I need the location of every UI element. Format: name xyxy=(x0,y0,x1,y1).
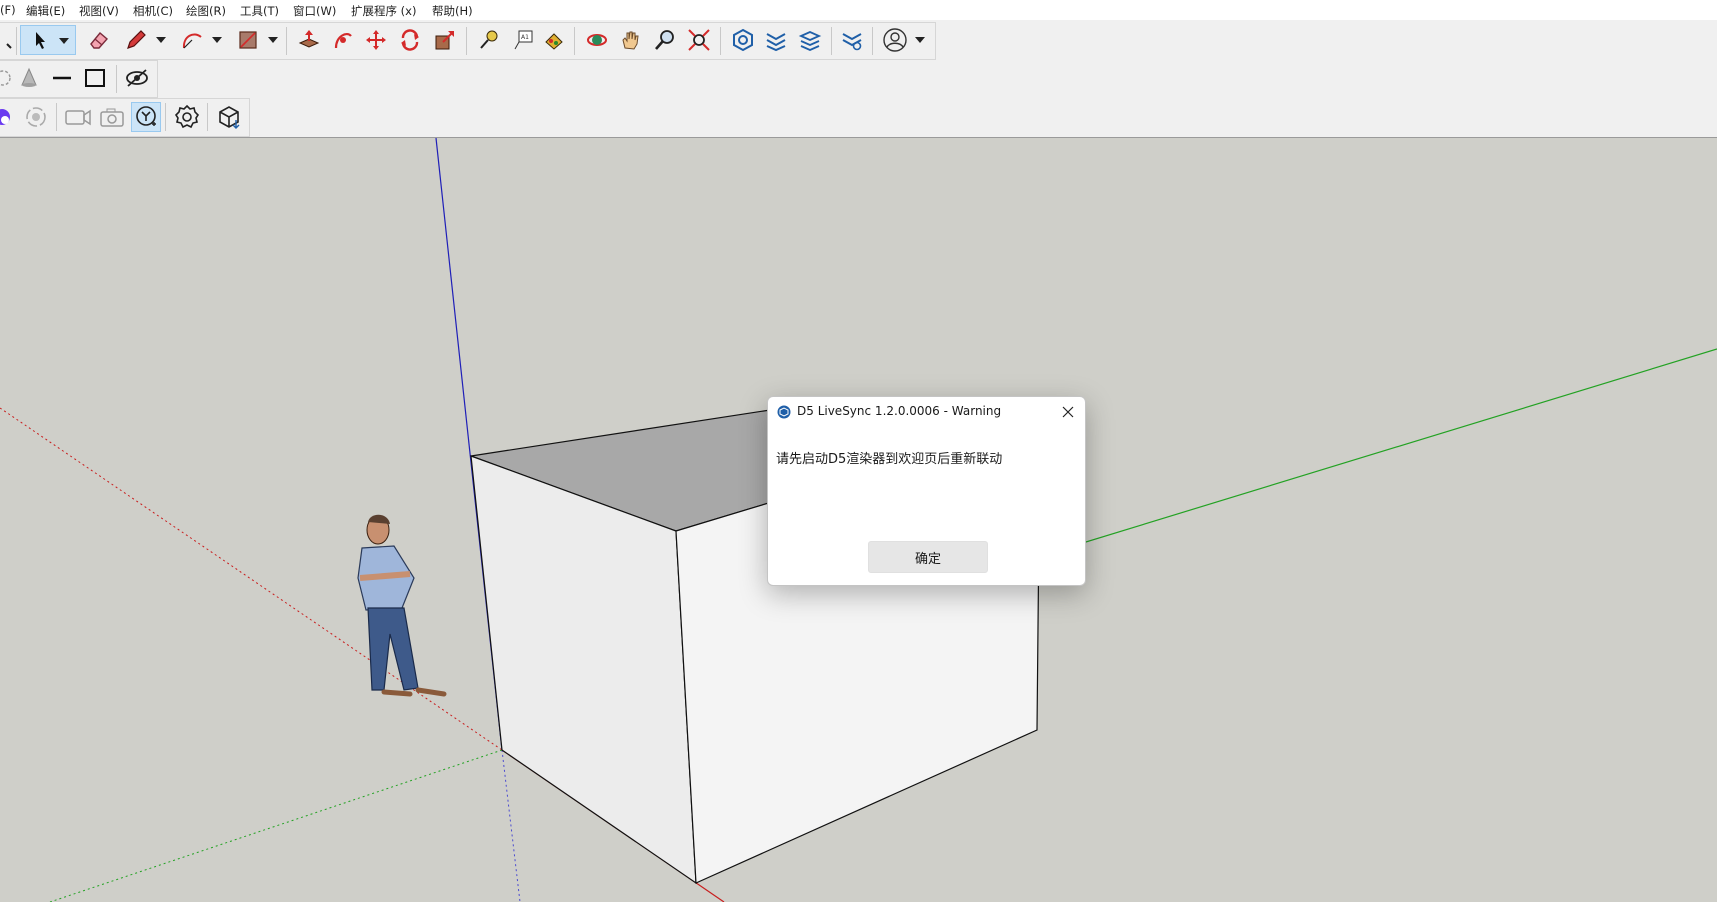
chevron-down-icon[interactable] xyxy=(267,25,279,55)
arc-icon[interactable] xyxy=(177,25,207,55)
pan-icon[interactable] xyxy=(616,25,646,55)
toolbar-separator xyxy=(56,103,57,131)
extension-warehouse-icon[interactable] xyxy=(761,25,791,55)
chevron-down-icon[interactable] xyxy=(211,25,223,55)
rectangle-icon[interactable] xyxy=(80,63,110,93)
toolbar-separator xyxy=(831,27,832,55)
green-axis xyxy=(1039,348,1717,557)
toolbar-separator xyxy=(165,103,166,131)
rotate-icon[interactable] xyxy=(395,25,425,55)
toolbar-separator xyxy=(286,27,287,55)
d5-toolbar xyxy=(0,98,250,137)
toolbar-separator xyxy=(16,27,17,55)
extension-manager-icon[interactable] xyxy=(837,25,867,55)
push-pull-icon[interactable] xyxy=(294,25,324,55)
green-axis-negative xyxy=(49,749,503,902)
move-icon[interactable] xyxy=(361,25,391,55)
d5-app-icon xyxy=(777,405,791,419)
d5-logo-icon[interactable] xyxy=(0,102,18,132)
dialog-title: D5 LiveSync 1.2.0.0006 - Warning xyxy=(797,404,1002,418)
toolbar-separator xyxy=(872,27,873,55)
layout-icon[interactable] xyxy=(796,25,826,55)
follow-me-icon[interactable] xyxy=(328,25,358,55)
chevron-down-icon[interactable] xyxy=(155,25,167,55)
warning-dialog: D5 LiveSync 1.2.0.0006 - Warning 请先启动D5渲… xyxy=(767,396,1086,586)
cone-icon[interactable] xyxy=(14,63,44,93)
orbit-icon[interactable] xyxy=(582,25,612,55)
toolbar-separator xyxy=(207,103,208,131)
main-toolbar: A1 xyxy=(0,22,936,60)
dialog-message: 请先启动D5渲染器到欢迎页后重新联动 xyxy=(776,452,1003,467)
scale-figure xyxy=(357,514,447,697)
video-icon[interactable] xyxy=(63,102,93,132)
tape-measure-icon[interactable] xyxy=(474,25,504,55)
toolbar-area: A1 xyxy=(0,20,1717,138)
menu-help[interactable]: 帮助(H) xyxy=(432,3,473,19)
menu-edit[interactable]: 编辑(E) xyxy=(26,3,65,19)
blue-axis-negative xyxy=(501,749,521,902)
toolbar-separator xyxy=(116,65,117,93)
menu-bar: (F) 编辑(E) 视图(V) 相机(C) 绘图(R) 工具(T) 窗口(W) … xyxy=(0,0,1717,20)
menu-file[interactable]: (F) xyxy=(0,3,16,17)
select-arrow-icon[interactable] xyxy=(20,25,76,55)
eraser-icon[interactable] xyxy=(84,25,114,55)
svg-text:A1: A1 xyxy=(521,34,529,41)
text-icon[interactable]: A1 xyxy=(508,25,538,55)
account-icon[interactable] xyxy=(880,25,910,55)
menu-window[interactable]: 窗口(W) xyxy=(293,3,336,19)
ok-button[interactable]: 确定 xyxy=(868,541,988,573)
construction-toolbar xyxy=(0,60,158,98)
menu-view[interactable]: 视图(V) xyxy=(79,3,119,19)
settings-icon[interactable] xyxy=(172,102,202,132)
scale-icon[interactable] xyxy=(430,25,460,55)
red-axis-negative xyxy=(0,407,503,751)
camera-icon[interactable] xyxy=(97,102,127,132)
close-icon[interactable] xyxy=(1057,401,1079,423)
toolbar-separator xyxy=(466,27,467,55)
3d-warehouse-icon[interactable] xyxy=(728,25,758,55)
zoom-icon[interactable] xyxy=(650,25,680,55)
d5-sync-icon[interactable] xyxy=(21,102,51,132)
paint-bucket-icon[interactable] xyxy=(539,25,569,55)
menu-draw[interactable]: 绘图(R) xyxy=(186,3,226,19)
pencil-line-icon[interactable] xyxy=(121,25,151,55)
toolbar-separator xyxy=(574,27,575,55)
d5-livesync-icon[interactable] xyxy=(131,102,161,132)
toolbar-separator xyxy=(720,27,721,55)
export-box-icon[interactable] xyxy=(214,102,244,132)
menu-extensions[interactable]: 扩展程序 (x) xyxy=(351,3,416,19)
line-icon[interactable] xyxy=(47,63,77,93)
menu-camera[interactable]: 相机(C) xyxy=(133,3,173,19)
menu-tools[interactable]: 工具(T) xyxy=(240,3,279,19)
shape-icon[interactable] xyxy=(233,25,263,55)
zoom-extents-icon[interactable] xyxy=(684,25,714,55)
hide-icon[interactable] xyxy=(122,63,152,93)
chevron-down-icon[interactable] xyxy=(914,25,926,55)
